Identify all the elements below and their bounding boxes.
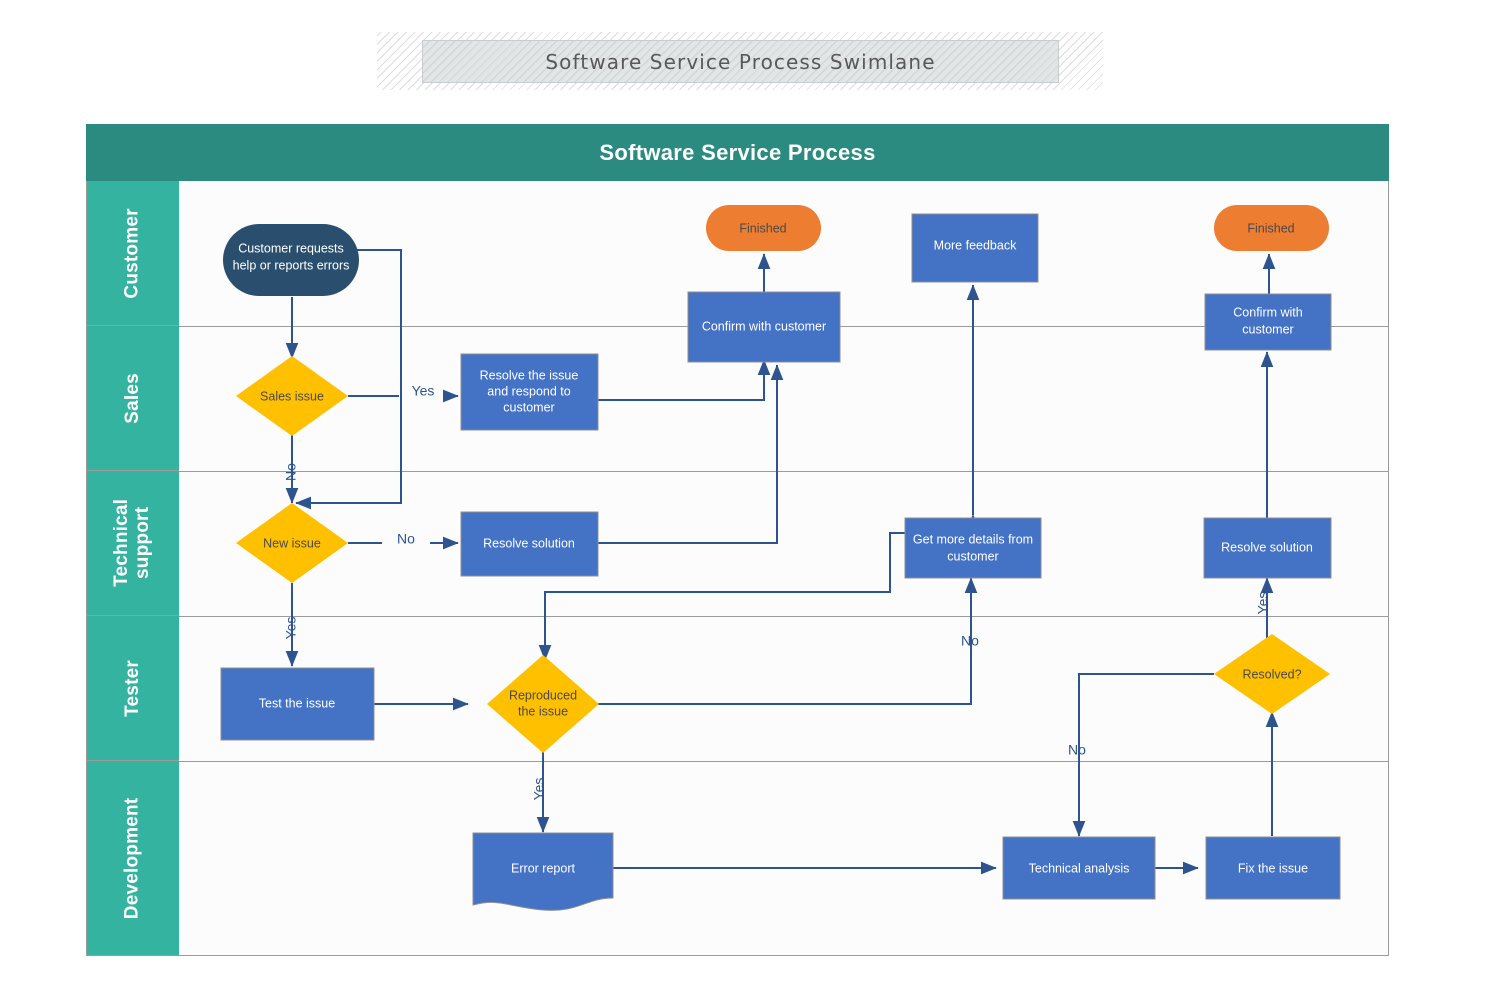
lane-label-technical-support: Technical support <box>87 471 179 616</box>
title-plate: Software Service Process Swimlane <box>422 40 1059 83</box>
swimlane-diagram: Software Service Process Customer Sales … <box>86 124 1389 956</box>
lane-label-customer: Customer <box>87 181 179 326</box>
diagram-title: Software Service Process <box>599 140 875 166</box>
title-banner: Software Service Process Swimlane <box>377 32 1103 90</box>
lane-label-text: Tester <box>123 660 144 717</box>
lane-label-sales: Sales <box>87 326 179 471</box>
lane-divider <box>179 326 1389 327</box>
lane-label-text: Sales <box>123 373 144 424</box>
page-root: Software Service Process Swimlane Softwa… <box>0 0 1500 1000</box>
page-title: Software Service Process Swimlane <box>545 50 935 74</box>
lane-divider <box>179 616 1389 617</box>
lane-label-development: Development <box>87 761 179 955</box>
lane-label-tester: Tester <box>87 616 179 761</box>
lane-body: Customer Sales Technical support Tester … <box>86 181 1389 956</box>
lane-label-text: Technical support <box>112 499 154 587</box>
lane-divider <box>179 471 1389 472</box>
diagram-header-bar: Software Service Process <box>86 124 1389 181</box>
lane-label-text: Customer <box>123 208 144 298</box>
lane-label-text: Development <box>123 797 144 919</box>
lane-divider <box>179 761 1389 762</box>
